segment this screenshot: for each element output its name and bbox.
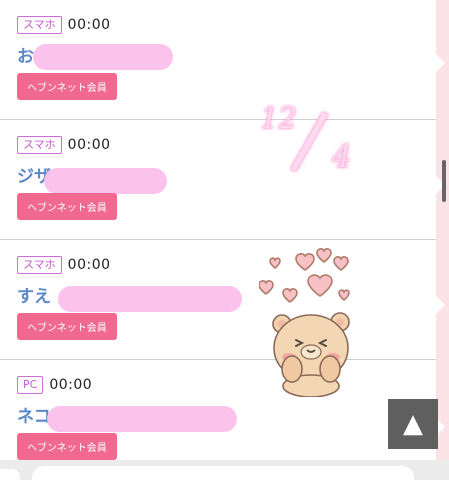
triangle-up-icon: ▲ [403, 409, 423, 439]
list-item: スマホ 00:00 お ヘブンネット会員 [0, 0, 436, 120]
heart-icon [295, 253, 315, 271]
scrollbar-thumb[interactable] [442, 160, 446, 202]
list-item: スマホ 00:00 ジザ ヘブンネット会員 [0, 120, 436, 240]
heart-icon [269, 257, 281, 270]
visit-time: 00:00 [67, 137, 111, 153]
date-month: 12 [260, 101, 297, 135]
device-badge: スマホ [17, 16, 62, 34]
bear-sticker-icon [259, 248, 350, 397]
device-badge: スマホ [17, 256, 62, 274]
heart-icon [307, 274, 333, 297]
member-badge-button[interactable]: ヘブンネット会員 [17, 313, 117, 340]
member-badge-button[interactable]: ヘブンネット会員 [17, 193, 117, 220]
device-badge: スマホ [17, 136, 62, 154]
visitor-name-link[interactable]: ネコ [17, 402, 51, 427]
browser-bottom-bar [0, 460, 449, 480]
page: スマホ 00:00 お ヘブンネット会員 スマホ 00:00 ジザ ヘブンネット… [0, 0, 449, 480]
visitor-name-link[interactable]: すえ [17, 282, 51, 307]
entry-meta: スマホ 00:00 [17, 16, 111, 34]
visitor-name-link[interactable]: お [17, 42, 34, 67]
heart-icon [333, 256, 349, 271]
member-badge-button[interactable]: ヘブンネット会員 [17, 433, 117, 460]
browser-back-area[interactable] [0, 469, 20, 480]
device-badge: PC [17, 376, 44, 394]
redaction-mark [58, 286, 242, 312]
browser-address-field[interactable] [32, 466, 414, 480]
rail-notch [436, 54, 445, 72]
visit-time: 00:00 [67, 257, 111, 273]
rail-notch [436, 296, 445, 314]
list-item: スマホ 00:00 すえ ヘブンネット会員 [0, 240, 436, 360]
visit-time: 00:00 [67, 17, 111, 33]
heart-icon [338, 289, 350, 302]
handwritten-date: 12 / 4 [252, 93, 367, 190]
heart-icon [282, 288, 298, 303]
heart-icon [259, 280, 274, 295]
scroll-to-top-button[interactable]: ▲ [388, 399, 438, 449]
heart-icon [316, 248, 332, 263]
visit-time: 00:00 [49, 377, 93, 393]
redaction-mark [44, 168, 167, 194]
entry-meta: PC 00:00 [17, 376, 92, 394]
entry-meta: スマホ 00:00 [17, 136, 111, 154]
entry-meta: スマホ 00:00 [17, 256, 111, 274]
redaction-mark [33, 44, 173, 70]
date-day: 4 [332, 139, 352, 175]
redaction-mark [47, 406, 237, 432]
member-badge-button[interactable]: ヘブンネット会員 [17, 73, 117, 100]
visitor-list: スマホ 00:00 お ヘブンネット会員 スマホ 00:00 ジザ ヘブンネット… [0, 0, 436, 480]
